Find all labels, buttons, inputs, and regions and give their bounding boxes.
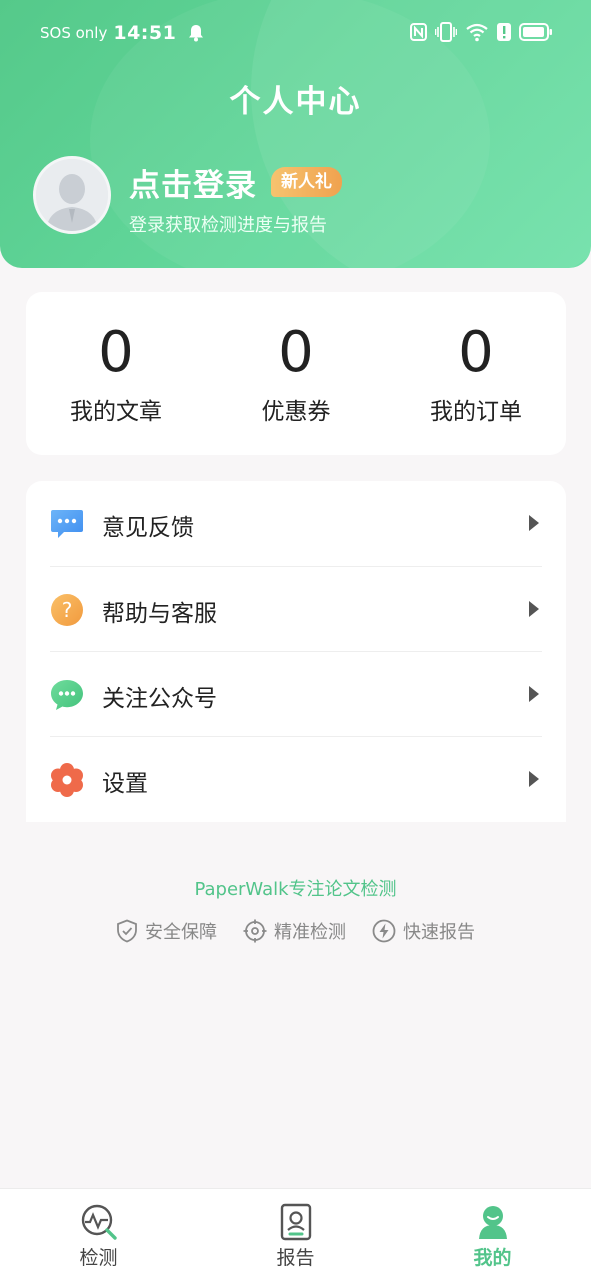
menu-item-feedback[interactable]: 意见反馈: [26, 481, 566, 566]
alert-icon: [497, 23, 511, 41]
stat-coupons[interactable]: 0 优惠券: [206, 320, 386, 426]
battery-icon: [519, 23, 552, 41]
stat-label: 我的订单: [430, 399, 522, 425]
login-button[interactable]: 点击登录: [129, 160, 257, 205]
menu-item-follow-official-account[interactable]: 关注公众号: [26, 652, 566, 737]
nav-tab-mine[interactable]: 我的: [394, 1189, 591, 1280]
menu-item-help[interactable]: ? 帮助与客服: [26, 567, 566, 652]
login-subtitle: 登录获取检测进度与报告: [129, 215, 327, 236]
stat-value: 0: [278, 320, 314, 385]
bottom-nav: 检测 报告 我的: [0, 1188, 591, 1280]
chevron-right-icon: [529, 771, 539, 787]
feature-security: 安全保障: [116, 918, 217, 944]
feature-list: 安全保障 精准检测 快速报告: [0, 918, 591, 944]
help-question-icon: ?: [51, 594, 83, 626]
target-icon: [243, 919, 267, 943]
svg-text:?: ?: [62, 598, 73, 622]
menu-item-label: 设置: [102, 771, 148, 797]
brand-slogan: PaperWalk专注论文检测: [194, 879, 397, 900]
stat-label: 我的文章: [70, 399, 162, 425]
nav-tab-detect[interactable]: 检测: [0, 1189, 197, 1280]
feature-label: 快速报告: [403, 922, 475, 943]
feature-precise: 精准检测: [243, 918, 346, 944]
feedback-bubble-icon: [51, 510, 83, 538]
feature-fast-report: 快速报告: [372, 918, 475, 944]
report-icon: [280, 1203, 312, 1241]
menu-item-settings[interactable]: 设置: [26, 737, 566, 822]
settings-flower-icon: [51, 763, 83, 797]
detect-chart-icon: [81, 1204, 117, 1240]
clock-time: 14:51: [113, 22, 177, 44]
wifi-icon: [466, 23, 488, 42]
nav-tab-report[interactable]: 报告: [197, 1189, 394, 1280]
vibrate-icon: [435, 22, 457, 42]
stat-value: 0: [98, 320, 134, 385]
feature-label: 安全保障: [145, 922, 217, 943]
chevron-right-icon: [529, 601, 539, 617]
lightning-icon: [372, 919, 396, 943]
wechat-icon: [51, 680, 83, 710]
stat-label: 优惠券: [261, 399, 331, 425]
carrier-text: SOS only: [40, 24, 108, 42]
nav-label: 报告: [276, 1247, 315, 1269]
chevron-right-icon: [529, 686, 539, 702]
shield-check-icon: [117, 919, 137, 943]
menu-item-label: 意见反馈: [102, 515, 194, 541]
nfc-icon: [410, 23, 427, 41]
page-title: 个人中心: [229, 84, 362, 120]
profile-header: SOS only 14:51 个人中心 点击登录 新人礼 登录获取检测进度与报告: [0, 0, 591, 268]
bell-icon: [189, 25, 204, 42]
chevron-right-icon: [529, 515, 539, 531]
stat-value: 0: [458, 320, 494, 385]
stat-my-articles[interactable]: 0 我的文章: [26, 320, 206, 426]
status-bar: SOS only 14:51: [0, 0, 591, 66]
feature-label: 精准检测: [274, 922, 346, 943]
profile-icon: [479, 1206, 507, 1239]
new-user-gift-badge[interactable]: 新人礼: [271, 167, 342, 197]
default-avatar-icon: [36, 159, 108, 231]
menu-item-label: 帮助与客服: [102, 601, 217, 627]
avatar[interactable]: [33, 156, 111, 234]
menu-item-label: 关注公众号: [102, 686, 217, 712]
menu-card: 意见反馈 ? 帮助与客服 关注公众号 设置: [26, 481, 566, 822]
screen: SOS only 14:51 个人中心 点击登录 新人礼 登录获取检测进度与报告…: [0, 0, 591, 1280]
stats-card: 0 我的文章 0 优惠券 0 我的订单: [26, 292, 566, 455]
nav-label: 检测: [79, 1247, 118, 1269]
stat-my-orders[interactable]: 0 我的订单: [386, 320, 566, 426]
nav-label: 我的: [473, 1247, 512, 1269]
